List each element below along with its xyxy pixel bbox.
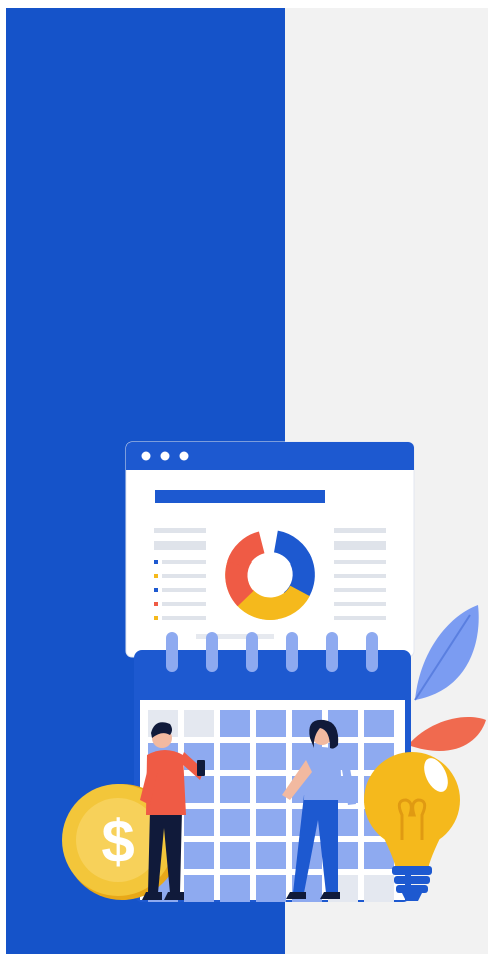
calendar-day-cell	[220, 842, 250, 869]
calendar-day-cell	[220, 776, 250, 803]
browser-window-icon	[125, 441, 415, 658]
calendar-day-cell	[256, 776, 286, 803]
leaf-icon	[408, 605, 486, 751]
calendar-day-cell	[256, 809, 286, 836]
calendar-day-cell	[184, 842, 214, 869]
calendar-day-cell	[364, 875, 394, 902]
calendar-day-cell	[184, 875, 214, 902]
calendar-day-cell	[256, 875, 286, 902]
illustration-canvas: $	[0, 0, 488, 955]
calendar-day-cell	[256, 842, 286, 869]
window-dot	[179, 451, 189, 461]
calendar-day-cell	[220, 809, 250, 836]
window-dot	[141, 451, 151, 461]
calendar-day-cell	[184, 776, 214, 803]
business-planning-illustration: $	[62, 441, 486, 902]
calendar-day-cell	[220, 875, 250, 902]
calendar-day-cell	[256, 743, 286, 770]
window-dot	[160, 451, 170, 461]
calendar-day-cell	[220, 743, 250, 770]
calendar-day-cell	[220, 710, 250, 737]
calendar-day-cell	[364, 710, 394, 737]
calendar-day-cell	[184, 710, 214, 737]
calendar-day-cell	[256, 710, 286, 737]
coin-symbol: $	[101, 808, 134, 875]
dashboard-header-bar	[155, 490, 325, 503]
calendar-day-cell	[184, 809, 214, 836]
